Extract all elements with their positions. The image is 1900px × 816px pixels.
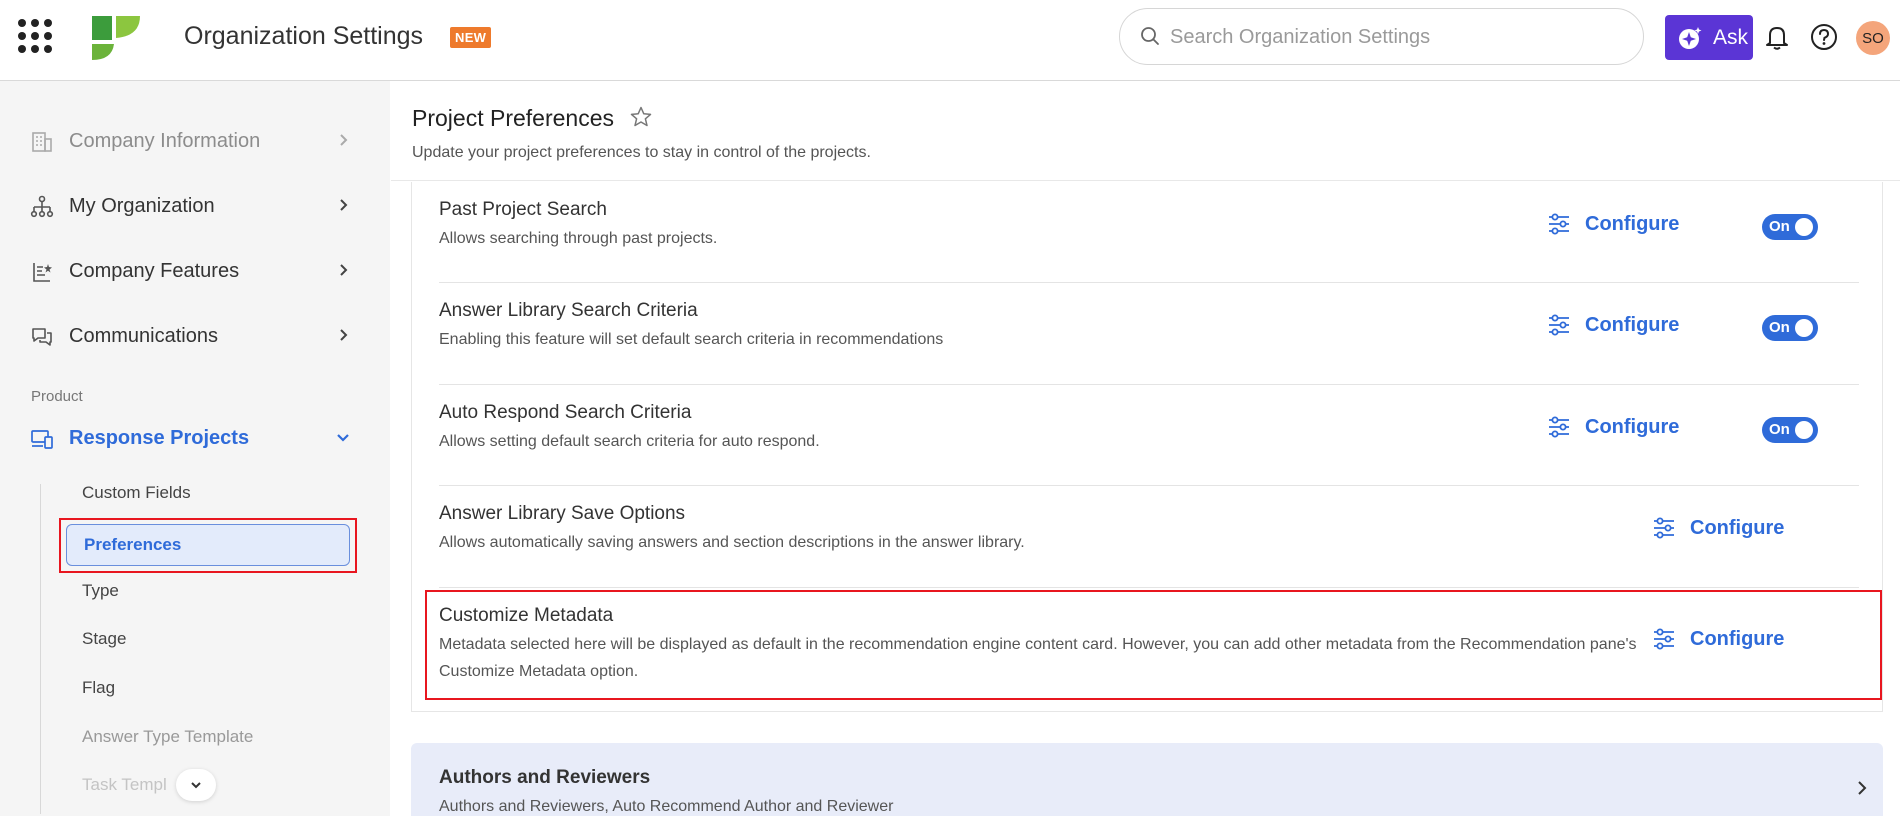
feature-description: Allows setting default search criteria f…: [439, 433, 820, 450]
configure-label: Configure: [1690, 516, 1785, 539]
sub-item-answer-type-template[interactable]: Answer Type Template: [82, 727, 253, 747]
feature-description: Metadata selected here will be displayed…: [439, 636, 1637, 680]
configure-label: Configure: [1585, 415, 1680, 438]
feature-row-past-project-search: Past Project Search Allows searching thr…: [439, 182, 1859, 283]
scroll-down-button[interactable]: [176, 769, 216, 801]
main-content: Project Preferences Update your project …: [391, 81, 1900, 816]
sub-item-type[interactable]: Type: [82, 581, 119, 601]
toggle-switch[interactable]: On: [1762, 417, 1818, 443]
configure-button[interactable]: Configure: [1652, 627, 1784, 651]
toggle-label: On: [1769, 218, 1790, 235]
configure-button[interactable]: Configure: [1652, 516, 1784, 540]
feature-title: Customize Metadata: [439, 605, 614, 626]
feature-title: Answer Library Save Options: [439, 503, 686, 524]
company-logo[interactable]: [90, 14, 142, 62]
sidebar: Company Information My Organization Comp…: [0, 81, 390, 816]
ask-button[interactable]: Ask: [1665, 15, 1753, 60]
chevron-right-icon: [340, 199, 348, 211]
sub-item-task-templates[interactable]: Task Templ: [82, 775, 167, 795]
search-icon: [1141, 27, 1159, 45]
header-divider: [391, 180, 1900, 181]
bell-icon[interactable]: [1764, 23, 1790, 51]
feature-description: Enabling this feature will set default s…: [439, 331, 944, 348]
sidebar-item-my-organization[interactable]: My Organization: [0, 178, 390, 234]
chat-bubbles-icon: [32, 328, 52, 346]
chevron-right-icon: [340, 264, 348, 276]
search-input[interactable]: [1170, 21, 1620, 53]
sidebar-item-label: Response Projects: [69, 426, 250, 449]
feature-title: Answer Library Search Criteria: [439, 300, 698, 321]
authors-and-reviewers-card[interactable]: Authors and Reviewers Authors and Review…: [411, 743, 1883, 816]
sidebar-item-response-projects[interactable]: Response Projects: [0, 410, 390, 466]
sub-item-flag[interactable]: Flag: [82, 678, 115, 698]
top-header: Organization Settings NEW Ask SO: [0, 0, 1900, 81]
star-icon[interactable]: [629, 105, 653, 129]
sidebar-item-company-features[interactable]: Company Features: [0, 243, 390, 299]
feature-title: Past Project Search: [439, 199, 607, 220]
feature-row-answer-library-search-criteria: Answer Library Search Criteria Enabling …: [439, 283, 1859, 385]
new-badge: NEW: [450, 27, 492, 48]
sidebar-item-label: My Organization: [69, 194, 215, 217]
chevron-right-icon: [340, 134, 348, 146]
sliders-icon: [1549, 213, 1569, 235]
page-subtitle: Update your project preferences to stay …: [412, 144, 871, 161]
feature-description: Allows searching through past projects.: [439, 230, 718, 247]
chevron-right-icon: [340, 329, 348, 341]
toggle-label: On: [1769, 421, 1790, 438]
sub-item-stage[interactable]: Stage: [82, 629, 126, 649]
app-grid-icon[interactable]: [18, 19, 52, 53]
ask-sparkle-icon: [1679, 26, 1702, 49]
configure-label: Configure: [1690, 627, 1785, 650]
feature-title: Auto Respond Search Criteria: [439, 402, 692, 423]
sidebar-item-company-information[interactable]: Company Information: [0, 113, 390, 169]
page-title: Project Preferences: [412, 105, 614, 131]
sidebar-item-label: Communications: [69, 324, 218, 347]
sliders-icon: [1549, 416, 1569, 438]
sidebar-item-label: Company Information: [69, 129, 261, 152]
configure-button[interactable]: Configure: [1547, 415, 1679, 439]
card-title: Authors and Reviewers: [439, 767, 651, 788]
toggle-knob: [1795, 319, 1813, 337]
chevron-down-icon: [337, 434, 349, 442]
avatar[interactable]: SO: [1856, 21, 1890, 55]
section-label-product: Product: [31, 388, 83, 405]
sliders-icon: [1549, 314, 1569, 336]
sliders-icon: [1654, 517, 1674, 539]
sidebar-item-label: Company Features: [69, 259, 240, 282]
card-description: Authors and Reviewers, Auto Recommend Au…: [439, 798, 894, 815]
feature-row-auto-respond-search-criteria: Auto Respond Search Criteria Allows sett…: [439, 385, 1859, 486]
toggle-label: On: [1769, 319, 1790, 336]
sliders-icon: [1654, 628, 1674, 650]
toggle-switch[interactable]: On: [1762, 214, 1818, 240]
devices-icon: [31, 430, 53, 449]
sub-item-preferences[interactable]: Preferences: [66, 524, 350, 566]
configure-label: Configure: [1585, 313, 1680, 336]
configure-label: Configure: [1585, 212, 1680, 235]
org-chart-icon: [30, 195, 54, 218]
toggle-knob: [1795, 421, 1813, 439]
toggle-knob: [1795, 218, 1813, 236]
feature-row-customize-metadata: Customize Metadata Metadata selected her…: [439, 588, 1859, 700]
sidebar-item-communications[interactable]: Communications: [0, 308, 390, 364]
preferences-highlight: Preferences: [59, 518, 357, 573]
features-icon: [33, 263, 52, 282]
help-icon[interactable]: [1810, 23, 1838, 51]
feature-description: Allows automatically saving answers and …: [439, 534, 1025, 551]
feature-row-answer-library-save-options: Answer Library Save Options Allows autom…: [439, 486, 1859, 588]
configure-button[interactable]: Configure: [1547, 313, 1679, 337]
sub-item-custom-fields[interactable]: Custom Fields: [82, 483, 191, 503]
app-title: Organization Settings: [184, 22, 424, 50]
search-box[interactable]: [1119, 8, 1644, 65]
toggle-switch[interactable]: On: [1762, 315, 1818, 341]
chevron-down-icon: [191, 782, 201, 789]
chevron-right-icon: [1858, 781, 1867, 795]
configure-button[interactable]: Configure: [1547, 212, 1679, 236]
building-icon: [32, 132, 52, 152]
ask-label: Ask: [1713, 25, 1749, 49]
sub-nav-divider: [40, 484, 41, 814]
